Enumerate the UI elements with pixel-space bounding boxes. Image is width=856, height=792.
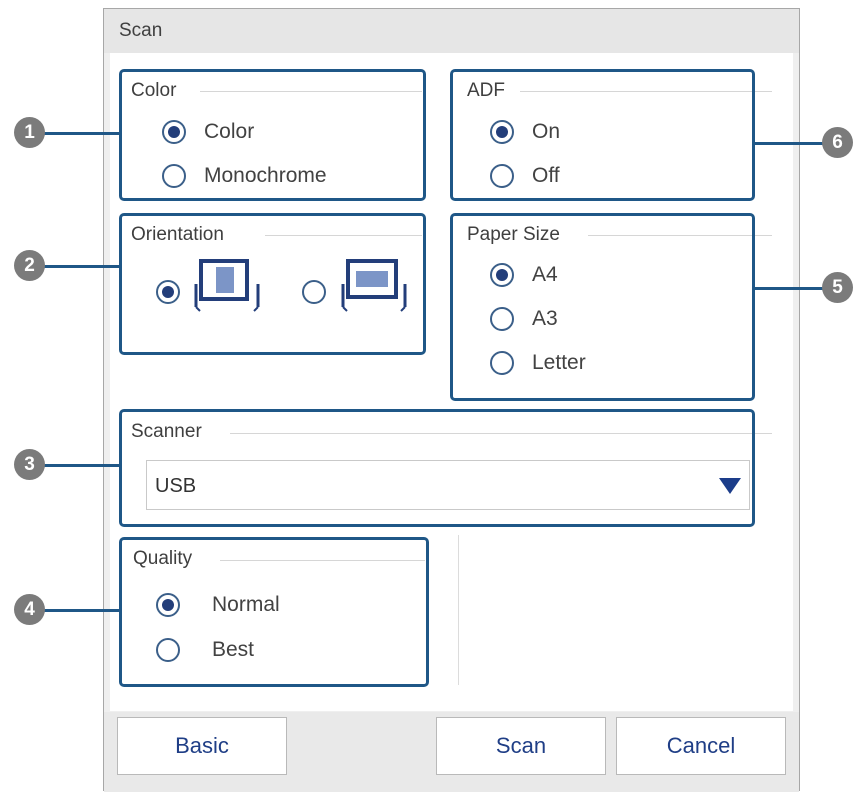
callout-line-4 xyxy=(44,609,120,612)
callout-line-3 xyxy=(44,464,120,467)
dropdown-arrow-icon[interactable] xyxy=(719,478,741,494)
radio-landscape-button[interactable] xyxy=(302,280,326,304)
radio-a3-button[interactable] xyxy=(490,307,514,331)
radio-monochrome[interactable]: Monochrome xyxy=(162,164,327,188)
callout-2: 2 xyxy=(14,250,45,281)
radio-best[interactable]: Best xyxy=(156,638,254,662)
radio-normal[interactable]: Normal xyxy=(156,593,280,617)
landscape-orientation-icon xyxy=(341,259,407,312)
callout-4: 4 xyxy=(14,594,45,625)
radio-normal-button[interactable] xyxy=(156,593,180,617)
radio-portrait-button[interactable] xyxy=(156,280,180,304)
radio-color[interactable]: Color xyxy=(162,120,254,144)
radio-color-button[interactable] xyxy=(162,120,186,144)
callout-3: 3 xyxy=(14,449,45,480)
scanner-select-value: USB xyxy=(155,475,197,497)
radio-adf-off[interactable]: Off xyxy=(490,164,560,188)
basic-button[interactable]: Basic xyxy=(117,717,287,775)
radio-adf-on-label: On xyxy=(532,120,561,143)
column-separator xyxy=(458,535,459,685)
radio-color-label: Color xyxy=(204,120,255,143)
radio-adf-on[interactable]: On xyxy=(490,120,560,144)
radio-adf-on-button[interactable] xyxy=(490,120,514,144)
radio-adf-off-label: Off xyxy=(532,164,560,187)
radio-monochrome-label: Monochrome xyxy=(204,164,327,187)
callout-6: 6 xyxy=(822,127,853,158)
callout-line-6 xyxy=(754,142,824,145)
callout-5: 5 xyxy=(822,272,853,303)
title-bar: Scan xyxy=(104,9,799,53)
callout-line-1 xyxy=(44,132,120,135)
radio-best-button[interactable] xyxy=(156,638,180,662)
radio-letter-label: Letter xyxy=(532,351,586,374)
scan-button[interactable]: Scan xyxy=(436,717,606,775)
callout-1: 1 xyxy=(14,117,45,148)
callout-line-2 xyxy=(44,265,120,268)
window-title: Scan xyxy=(119,20,163,41)
radio-adf-off-button[interactable] xyxy=(490,164,514,188)
portrait-orientation-icon xyxy=(194,259,260,312)
radio-letter-button[interactable] xyxy=(490,351,514,375)
radio-normal-label: Normal xyxy=(212,593,280,616)
scanner-select[interactable]: USB xyxy=(146,460,750,510)
radio-a4-button[interactable] xyxy=(490,263,514,287)
radio-a4-label: A4 xyxy=(532,263,558,286)
radio-a3[interactable]: A3 xyxy=(490,307,558,331)
radio-monochrome-button[interactable] xyxy=(162,164,186,188)
callout-line-5 xyxy=(754,287,824,290)
radio-a3-label: A3 xyxy=(532,307,558,330)
radio-a4[interactable]: A4 xyxy=(490,263,558,287)
radio-best-label: Best xyxy=(212,638,255,661)
cancel-button[interactable]: Cancel xyxy=(616,717,786,775)
radio-letter[interactable]: Letter xyxy=(490,351,586,375)
